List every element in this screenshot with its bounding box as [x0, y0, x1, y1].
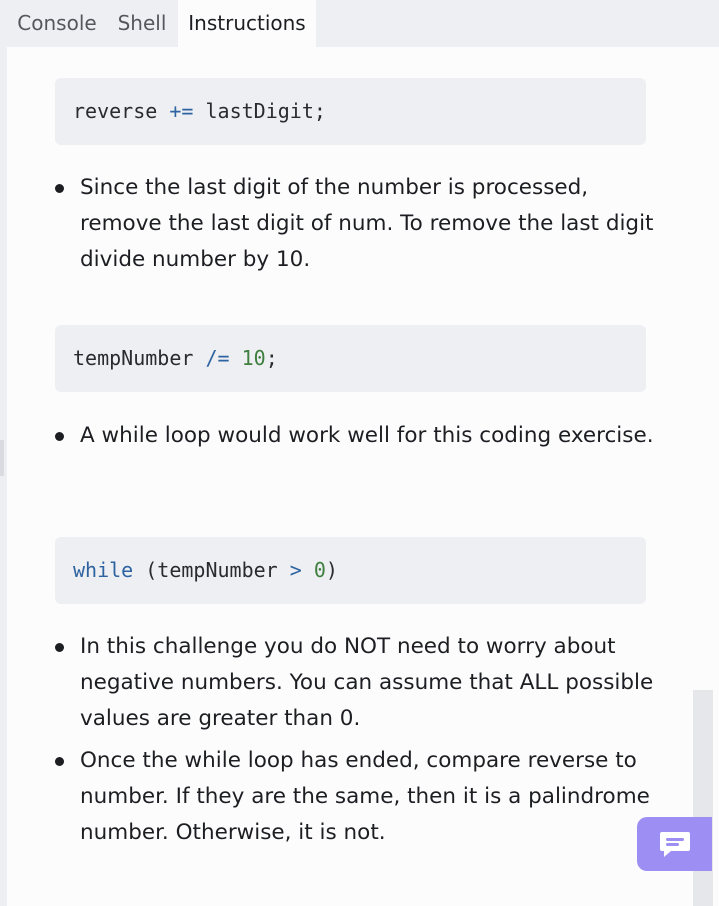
list-item: Since the last digit of the number is pr…: [55, 170, 655, 278]
code-number: 10: [241, 346, 266, 370]
tab-console[interactable]: Console: [8, 0, 106, 47]
code-token: ;: [265, 346, 278, 370]
bullet-dot: [55, 643, 64, 652]
resize-handle[interactable]: [0, 440, 4, 476]
list-item: Once the while loop has ended, compare r…: [55, 743, 655, 851]
tab-bar: Console Shell Instructions: [0, 0, 719, 47]
bullet-dot: [55, 432, 64, 441]
chat-button[interactable]: [637, 817, 712, 871]
list-item-text: A while loop would work well for this co…: [80, 423, 654, 448]
tab-instructions[interactable]: Instructions: [178, 0, 316, 47]
chat-icon: [660, 832, 690, 857]
code-block-while: while (tempNumber > 0): [55, 537, 646, 604]
tab-shell[interactable]: Shell: [108, 0, 176, 47]
list-item: In this challenge you do NOT need to wor…: [55, 629, 655, 737]
code-token: tempNumber: [73, 346, 194, 370]
code-token: (tempNumber: [145, 558, 278, 582]
list-item-text: In this challenge you do NOT need to wor…: [80, 634, 654, 731]
bullet-dot: [55, 184, 64, 193]
code-keyword: while: [73, 558, 134, 582]
code-operator: /=: [205, 346, 230, 370]
code-block-divide: tempNumber /= 10;: [55, 325, 646, 392]
scrollbar-thumb[interactable]: [693, 690, 713, 906]
code-number: 0: [313, 558, 326, 582]
bullet-dot: [55, 757, 64, 766]
code-token: lastDigit;: [205, 99, 326, 123]
code-operator: +=: [169, 99, 194, 123]
list-item-text: Once the while loop has ended, compare r…: [80, 748, 650, 845]
list-item-text: Since the last digit of the number is pr…: [80, 175, 654, 272]
code-token: reverse: [73, 99, 158, 123]
code-token: ): [325, 558, 338, 582]
code-operator: >: [289, 558, 302, 582]
list-item: A while loop would work well for this co…: [55, 418, 655, 454]
code-block-reverse: reverse += lastDigit;: [55, 78, 646, 145]
